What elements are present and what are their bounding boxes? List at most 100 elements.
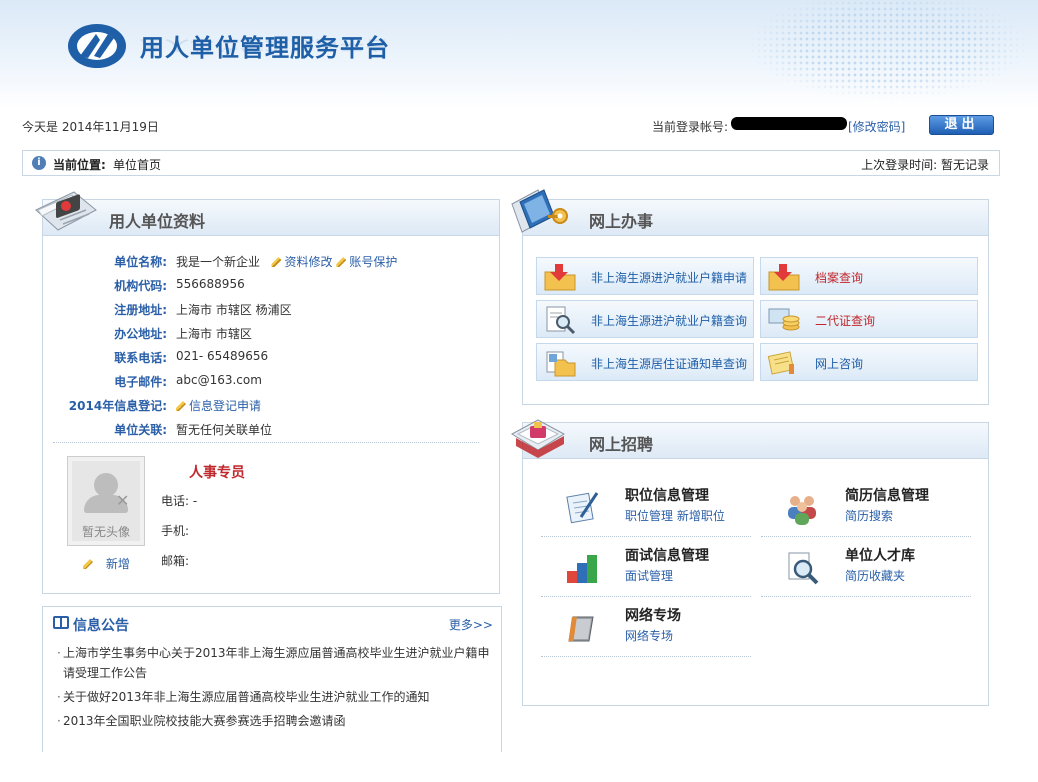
avatar-placeholder: ✕ 暂无头像 [72, 461, 140, 541]
recruit-links: 简历搜索 [845, 507, 893, 524]
hr-mobile: 手机: [161, 524, 190, 538]
hr-email: 邮箱: [161, 554, 190, 568]
recruit-title: 面试信息管理 [625, 548, 709, 564]
panel-title: 网上招聘 [589, 435, 654, 454]
recruit-links: 简历收藏夹 [845, 567, 905, 584]
notice-item[interactable]: 上海市学生事务中心关于2013年非上海生源应届普通高校毕业生进沪就业户籍申请受理… [57, 643, 493, 683]
recruit-title: 单位人才库 [845, 548, 915, 564]
site-logo-icon [68, 24, 126, 68]
service-button[interactable]: 网上咨询 [760, 343, 978, 381]
register-apply-link[interactable]: 信息登记申请 [189, 399, 261, 413]
divider [53, 442, 479, 443]
residence-notice-icon [546, 351, 576, 377]
world-map-graphic [738, 0, 1038, 108]
location-bar: i 当前位置: 单位首页 上次登录时间: 暂无记录 [22, 150, 1000, 176]
pencil-icon [176, 401, 186, 411]
logout-button[interactable]: 退出 [929, 115, 994, 135]
info-value: 556688956 [176, 277, 245, 291]
interview-manage-link[interactable]: 面试管理 [625, 569, 673, 583]
info-label: 2014年信息登记: [68, 399, 167, 413]
info-icon: i [32, 156, 46, 170]
info-label: 单位名称: [114, 255, 167, 269]
add-contact-link[interactable]: 新增 [106, 557, 130, 571]
edit-info-link[interactable]: 资料修改 [284, 255, 332, 269]
panel-title: 用人单位资料 [109, 212, 206, 231]
recruit-title: 网络专场 [625, 608, 681, 624]
service-label: 档案查询 [815, 271, 864, 285]
info-label: 单位关联: [114, 423, 167, 437]
info-label: 机构代码: [114, 279, 167, 293]
hr-contact-title: 人事专员 [189, 465, 245, 481]
info-label: 办公地址: [114, 327, 167, 341]
service-label: 非上海生源进沪就业户籍申请 [591, 271, 748, 285]
add-job-link[interactable]: 新增职位 [677, 509, 725, 523]
id-card-coins-icon [768, 308, 800, 331]
today-date: 今天是 2014年11月19日 [22, 120, 159, 134]
document-search-icon [546, 306, 576, 335]
account-protect-link[interactable]: 账号保护 [349, 255, 397, 269]
book-icon [53, 616, 69, 629]
service-button[interactable]: 二代证查询 [760, 300, 978, 338]
recruitment-icon [510, 419, 566, 458]
company-card-icon [35, 191, 97, 231]
service-button[interactable]: 档案查询 [760, 257, 978, 295]
recruit-resume-management: 简历信息管理 简历搜索 [761, 479, 971, 537]
notices-title: 信息公告 [73, 618, 129, 634]
info-value: 我是一个新企业 资料修改 账号保护 [176, 253, 397, 270]
info-value: 暂无任何关联单位 [176, 423, 273, 437]
recruit-job-management: 职位信息管理 职位管理 新增职位 [541, 479, 751, 537]
info-label: 联系电话: [114, 351, 167, 365]
no-avatar-icon: ✕ [116, 491, 130, 510]
magnifier-icon [788, 552, 819, 585]
avatar-text: 暂无头像 [81, 525, 130, 539]
info-value: 021- 65489656 [176, 349, 269, 363]
resume-favorites-link[interactable]: 简历收藏夹 [845, 569, 905, 583]
notices-more-link[interactable]: 更多>> [449, 616, 493, 633]
redacted-account [731, 117, 847, 130]
panel-header: 用人单位资料 [43, 200, 499, 236]
people-icon [788, 496, 816, 525]
card-icon [568, 616, 594, 642]
site-title-reflection: 用人单位管理服务平台 [140, 37, 390, 53]
info-label: 注册地址: [114, 303, 167, 317]
job-manage-link[interactable]: 职位管理 [625, 509, 673, 523]
service-button[interactable]: 非上海生源居住证通知单查询 [536, 343, 754, 381]
online-fair-link[interactable]: 网络专场 [625, 629, 673, 643]
info-value: 信息登记申请 [176, 397, 261, 414]
pencil-icon [271, 257, 282, 267]
pencil-icon [336, 257, 347, 267]
location-label: 当前位置: [53, 158, 106, 172]
recruit-online-fair: 网络专场 网络专场 [541, 599, 751, 657]
recruitment-panel: 网上招聘 职位信息管理 职位管理 新增职位 简历信息管理 简历搜索 面试信息管理… [522, 422, 989, 706]
hr-phone: 电话: - [161, 494, 198, 508]
notice-item[interactable]: 2013年全国职业院校技能大赛参赛选手招聘会邀请函 [57, 711, 493, 731]
info-value: abc@163.com [176, 373, 262, 387]
service-label: 非上海生源居住证通知单查询 [591, 357, 748, 371]
service-button[interactable]: 非上海生源进沪就业户籍申请 [536, 257, 754, 295]
panel-header: 网上招聘 [523, 423, 988, 459]
location-value: 单位首页 [113, 158, 162, 172]
info-value: 上海市 市辖区 杨浦区 [176, 303, 292, 317]
recruit-interview-management: 面试信息管理 面试管理 [541, 539, 751, 597]
recruit-links: 职位管理 新增职位 [625, 507, 725, 524]
recruit-links: 网络专场 [625, 627, 673, 644]
folder-download-icon [544, 264, 576, 291]
notices-header: 信息公告 更多>> [43, 607, 501, 639]
recruit-title: 简历信息管理 [845, 488, 929, 504]
service-button[interactable]: 非上海生源进沪就业户籍查询 [536, 300, 754, 338]
service-label: 网上咨询 [815, 357, 864, 371]
pencil-icon [83, 559, 93, 569]
pen-document-icon [566, 492, 599, 524]
resume-search-link[interactable]: 简历搜索 [845, 509, 893, 523]
avatar-head-shape [94, 473, 118, 497]
notice-item[interactable]: 关于做好2013年非上海生源应届普通高校毕业生进沪就业工作的通知 [57, 687, 493, 707]
company-info-panel: 用人单位资料 单位名称: 我是一个新企业 资料修改 账号保护 机构代码: 556… [42, 199, 500, 594]
blocks-icon [567, 555, 597, 583]
recruit-title: 职位信息管理 [625, 488, 709, 504]
recruit-talent-pool: 单位人才库 简历收藏夹 [761, 539, 971, 597]
change-password-link[interactable]: [修改密码] [848, 118, 905, 135]
consult-notes-icon [767, 351, 795, 375]
company-name: 我是一个新企业 [176, 255, 261, 269]
panel-header: 网上办事 [523, 200, 988, 236]
archive-folder-icon [768, 264, 800, 291]
